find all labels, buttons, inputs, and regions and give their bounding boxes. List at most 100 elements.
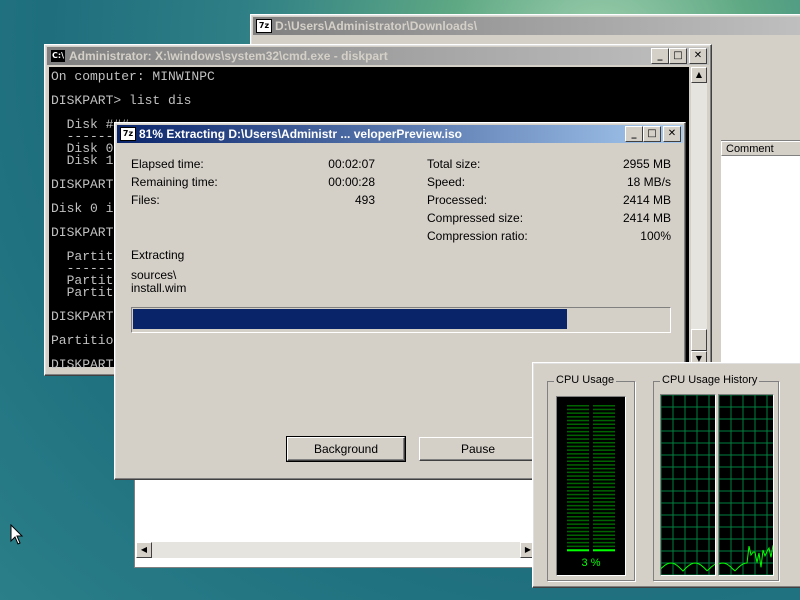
meter-segment: [593, 438, 615, 440]
minimize-button[interactable]: _: [651, 48, 669, 64]
compressed-size-label: Compressed size:: [427, 211, 524, 225]
meter-segment: [593, 527, 615, 529]
meter-segment: [567, 442, 589, 444]
meter-segment: [567, 456, 589, 459]
processed-label: Processed:: [427, 193, 488, 207]
current-path: sources\: [131, 268, 177, 282]
explorer-titlebar[interactable]: 7z D:\Users\Administrator\Downloads\: [253, 17, 800, 35]
console-line: Partit: [51, 285, 114, 300]
meter-segment: [567, 467, 589, 470]
meter-segment: [593, 412, 615, 414]
progress-bar: [131, 307, 671, 333]
meter-segment: [567, 445, 589, 448]
processed-value: 2414 MB: [622, 193, 671, 207]
meter-segment: [593, 419, 615, 422]
meter-segment: [593, 486, 615, 488]
meter-segment: [567, 471, 589, 474]
meter-segment: [593, 408, 615, 411]
meter-segment: [593, 479, 615, 481]
console-line: Disk 0 i: [51, 201, 114, 216]
meter-segment: [593, 460, 615, 462]
cmd-titlebar[interactable]: C:\ Administrator: X:\windows\system32\c…: [47, 47, 709, 65]
meter-segment: [567, 423, 589, 425]
meter-segment-lit: [567, 549, 589, 552]
close-button[interactable]: ✕: [663, 126, 681, 142]
console-line: DISKPART: [51, 225, 114, 240]
meter-segment: [567, 541, 589, 544]
speed-value: 18 MB/s: [626, 175, 671, 189]
compression-ratio-value: 100%: [640, 229, 671, 243]
meter-segment: [567, 490, 589, 492]
progress-fill: [133, 309, 567, 329]
meter-segment: [567, 527, 589, 529]
meter-segment: [567, 482, 589, 485]
meter-segment: [567, 405, 589, 407]
minimize-button[interactable]: _: [625, 126, 643, 142]
meter-segment: [593, 541, 615, 544]
meter-segment: [567, 419, 589, 422]
meter-segment: [567, 464, 589, 466]
meter-segment: [593, 449, 615, 451]
meter-segment: [567, 493, 589, 496]
current-file: install.wim: [131, 281, 187, 295]
meter-segment: [593, 519, 615, 522]
files-value: 493: [354, 193, 375, 207]
meter-segment: [593, 545, 615, 548]
compression-ratio-label: Compression ratio:: [427, 229, 528, 243]
scroll-up-button[interactable]: ▲: [691, 67, 707, 83]
cpu-history-chart-2: [718, 394, 774, 576]
console-line: DISKPART: [51, 177, 114, 192]
7z-icon: 7z: [256, 19, 272, 33]
horizontal-scrollbar[interactable]: ◀ ▶: [136, 542, 536, 558]
background-button[interactable]: Background: [286, 436, 406, 462]
meter-segment: [593, 508, 615, 511]
remaining-time-label: Remaining time:: [131, 175, 218, 189]
meter-segment: [593, 416, 615, 418]
meter-segment: [593, 453, 615, 455]
cpu-usage-group: CPU Usage 3 %: [547, 374, 635, 581]
meter-segment: [567, 427, 589, 429]
meter-segment: [567, 434, 589, 437]
maximize-button[interactable]: □: [669, 48, 687, 64]
meter-segment: [593, 405, 615, 407]
maximize-button[interactable]: □: [643, 126, 661, 142]
meter-segment: [567, 530, 589, 533]
meter-segment: [567, 438, 589, 440]
console-line: DISKPART: [51, 357, 114, 372]
total-size-value: 2955 MB: [622, 157, 671, 171]
meter-segment: [567, 475, 589, 477]
scroll-thumb[interactable]: [691, 329, 707, 351]
cpu-history-title: CPU Usage History: [660, 374, 760, 386]
vertical-scrollbar[interactable]: ▲ ▼: [691, 67, 707, 367]
pause-button[interactable]: Pause: [419, 437, 537, 461]
extract-titlebar[interactable]: 7z 81% Extracting D:\Users\Administr ...…: [117, 125, 683, 143]
total-size-label: Total size:: [427, 157, 481, 171]
meter-segment: [593, 423, 615, 425]
task-manager-performance[interactable]: CPU Usage 3 % CPU Usage History: [532, 362, 800, 588]
meter-segment: [593, 475, 615, 477]
files-label: Files:: [131, 193, 160, 207]
meter-segment: [593, 512, 615, 514]
compressed-size-value: 2414 MB: [622, 211, 671, 225]
meter-segment: [593, 493, 615, 496]
meter-segment: [593, 530, 615, 533]
meter-segment: [567, 512, 589, 514]
meter-segment: [567, 508, 589, 511]
meter-segment: [593, 504, 615, 507]
close-button[interactable]: ✕: [689, 48, 707, 64]
cpu-history-group: CPU Usage History: [653, 374, 779, 581]
scroll-left-button[interactable]: ◀: [136, 542, 152, 558]
cpu-history-graph-2: [718, 394, 774, 576]
meter-segment: [567, 497, 589, 499]
column-header-comment[interactable]: Comment: [721, 141, 800, 156]
meter-segment-lit: [593, 549, 615, 552]
meter-segment: [593, 534, 615, 536]
cpu-history-trace: [660, 562, 716, 572]
meter-segment: [593, 516, 615, 518]
elapsed-time-label: Elapsed time:: [131, 157, 204, 171]
meter-segment: [567, 416, 589, 418]
console-line: Partitio: [51, 333, 114, 348]
meter-segment: [567, 430, 589, 433]
meter-segment: [567, 412, 589, 414]
meter-segment: [593, 538, 615, 540]
